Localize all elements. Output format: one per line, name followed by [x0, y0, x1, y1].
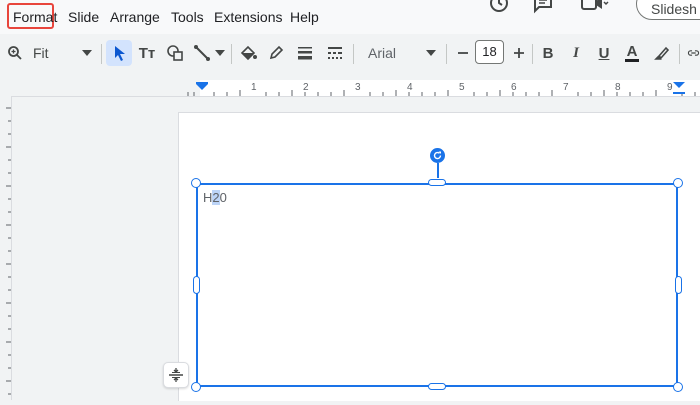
- slideshow-label: Slidesh: [651, 1, 697, 17]
- vertical-align-icon: [169, 368, 183, 382]
- toolbar-divider: [101, 44, 102, 64]
- cursor-icon: [115, 46, 125, 61]
- ruler-number: 1: [251, 82, 257, 93]
- bold-icon: B: [542, 44, 554, 62]
- font-family-select[interactable]: Arial: [368, 45, 396, 61]
- ruler-number: 8: [615, 82, 621, 93]
- text-color-swatch: [625, 58, 639, 62]
- text-color-icon: A: [626, 42, 638, 60]
- resize-handle-left[interactable]: [193, 276, 200, 294]
- resize-handle-bottom-left[interactable]: [191, 382, 201, 392]
- history-icon[interactable]: [488, 0, 510, 19]
- plus-icon: [514, 48, 524, 58]
- vertical-ruler-ticks: [6, 107, 11, 395]
- toolbar-divider: [231, 44, 232, 64]
- resize-handle-top-right[interactable]: [673, 178, 683, 188]
- font-chevron-down-icon[interactable]: [424, 41, 438, 65]
- chevron-down-icon[interactable]: [80, 41, 94, 65]
- rotate-handle-icon[interactable]: [430, 148, 445, 163]
- vertical-ruler: [0, 96, 12, 400]
- toolbar-divider: [532, 44, 533, 64]
- selected-text: 2: [212, 190, 220, 205]
- ruler-number: 7: [563, 82, 569, 93]
- indent-marker-icon: [196, 84, 208, 90]
- comment-icon[interactable]: [532, 0, 554, 19]
- border-color-icon[interactable]: [266, 41, 286, 65]
- ruler-number: 5: [459, 82, 465, 93]
- ruler-ticks: [187, 82, 696, 96]
- line-dropdown-icon[interactable]: [214, 41, 226, 65]
- ruler-number: 9: [667, 82, 673, 93]
- horizontal-ruler: 1 2 3 4 5 6 7 8 9: [182, 80, 700, 96]
- shape-icon[interactable]: [165, 41, 185, 65]
- right-indent-marker-icon: [673, 82, 685, 94]
- text-box-tool[interactable]: Tт: [136, 41, 158, 65]
- menu-tools[interactable]: Tools: [171, 8, 204, 26]
- ruler-number: 3: [355, 82, 361, 93]
- toolbar-divider: [679, 44, 680, 64]
- resize-handle-top-left[interactable]: [191, 178, 201, 188]
- ruler-number: 2: [303, 82, 309, 93]
- resize-handle-bottom[interactable]: [428, 383, 446, 390]
- meet-icon[interactable]: [580, 0, 610, 19]
- ruler-number: 4: [407, 82, 413, 93]
- resize-handle-bottom-right[interactable]: [673, 382, 683, 392]
- border-weight-icon[interactable]: [295, 41, 315, 65]
- increase-font-size-button[interactable]: [511, 41, 527, 65]
- autofit-button[interactable]: [163, 362, 189, 388]
- toolbar-divider: [446, 44, 447, 64]
- link-icon[interactable]: [687, 41, 700, 65]
- text-color-button[interactable]: A: [623, 41, 641, 65]
- text-run: H: [203, 190, 213, 205]
- menu-bar: Format Slide Arrange Tools Extensions He…: [0, 0, 700, 34]
- text-run: 0: [219, 190, 227, 205]
- font-size-input[interactable]: 18: [475, 40, 504, 64]
- resize-handle-top[interactable]: [428, 179, 446, 186]
- underline-icon: U: [598, 44, 610, 62]
- slideshow-button[interactable]: Slidesh: [636, 0, 700, 20]
- text-box-icon: Tт: [138, 44, 156, 62]
- ruler-number: 6: [511, 82, 517, 93]
- toolbar: Fit Tт Arial 18 B I U A: [0, 34, 700, 72]
- decrease-font-size-button[interactable]: [455, 41, 471, 65]
- italic-icon: I: [573, 44, 579, 61]
- toolbar-divider: [353, 44, 354, 64]
- menu-arrange[interactable]: Arrange: [110, 8, 160, 26]
- border-dash-icon[interactable]: [325, 41, 345, 65]
- highlight-color-icon[interactable]: [652, 41, 672, 65]
- menu-format[interactable]: Format: [13, 8, 57, 26]
- resize-handle-right[interactable]: [675, 276, 682, 294]
- minus-icon: [458, 52, 468, 54]
- menu-slide[interactable]: Slide: [68, 8, 99, 26]
- rotate-connector: [437, 163, 439, 178]
- underline-button[interactable]: U: [595, 41, 613, 65]
- menu-extensions[interactable]: Extensions: [214, 8, 282, 26]
- zoom-select[interactable]: Fit: [33, 45, 49, 61]
- fill-color-icon[interactable]: [238, 41, 258, 65]
- zoom-icon[interactable]: [5, 41, 25, 65]
- select-tool-button[interactable]: [106, 40, 132, 66]
- italic-button[interactable]: I: [567, 41, 585, 65]
- line-icon[interactable]: [193, 41, 211, 65]
- selected-text-box[interactable]: [196, 183, 678, 387]
- text-box-content[interactable]: H20: [203, 190, 227, 205]
- bold-button[interactable]: B: [539, 41, 557, 65]
- menu-help[interactable]: Help: [290, 8, 319, 26]
